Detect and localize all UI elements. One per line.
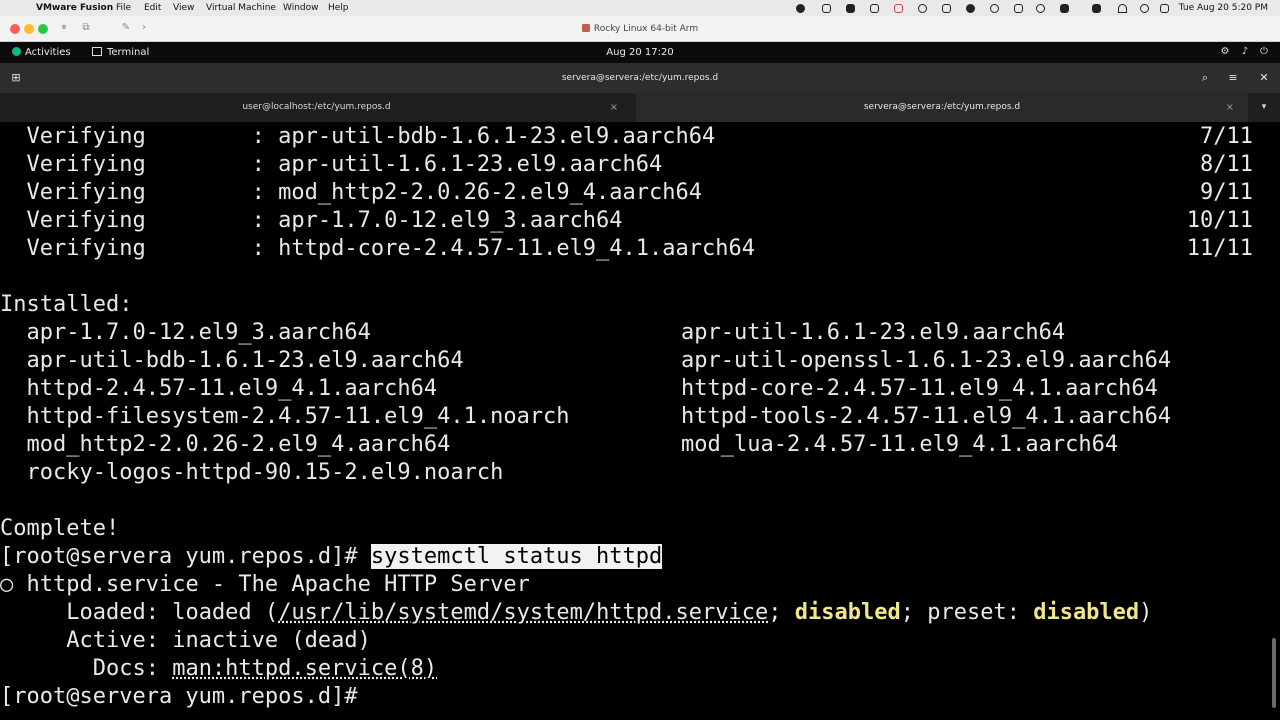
- installed-package: httpd-tools-2.4.57-11.el9_4.1.aarch64: [681, 404, 1172, 429]
- network-icon[interactable]: ⚙: [1220, 47, 1230, 57]
- vm-title-text: Rocky Linux 64-bit Arm: [593, 24, 699, 34]
- terminal-output[interactable]: Verifying : apr-util-bdb-1.6.1-23.el9.aa…: [0, 123, 1280, 720]
- verify-count: 11/11: [1186, 236, 1253, 261]
- installed-package: apr-1.7.0-12.el9_3.aarch64: [26, 320, 371, 345]
- play-icon[interactable]: [1036, 4, 1045, 13]
- shield-icon[interactable]: [846, 4, 855, 13]
- volume-icon[interactable]: ♪: [1240, 47, 1250, 57]
- vm-icon: [581, 24, 590, 32]
- complete-message: Complete!: [0, 516, 120, 541]
- vm-window-title: Rocky Linux 64-bit Arm: [0, 16, 1280, 42]
- app-menu[interactable]: VMware Fusion: [36, 0, 113, 16]
- installed-package: apr-util-openssl-1.6.1-23.el9.aarch64: [681, 348, 1172, 373]
- verify-row: Verifying : apr-1.7.0-12.el9_3.aarch64: [26, 208, 623, 233]
- verify-row: Verifying : apr-util-1.6.1-23.el9.aarch6…: [26, 152, 663, 177]
- terminal-headerbar: ⊞ servera@servera:/etc/yum.repos.d ⌕ ≡ ✕: [0, 63, 1280, 93]
- unit-file-path[interactable]: /usr/lib/systemd/system/httpd.service: [278, 600, 768, 625]
- close-tab-icon[interactable]: ×: [610, 93, 618, 122]
- close-terminal-button[interactable]: ✕: [1255, 69, 1273, 87]
- menu-edit[interactable]: Edit: [144, 0, 161, 16]
- control-center-icon[interactable]: [1160, 4, 1169, 13]
- menubar-clock[interactable]: Tue Aug 20 5:20 PM: [1179, 0, 1268, 16]
- loaded-line: Loaded: loaded (/usr/lib/systemd/system/…: [66, 600, 1153, 625]
- verify-row: Verifying : apr-util-bdb-1.6.1-23.el9.aa…: [26, 124, 716, 149]
- shell-prompt: [root@servera yum.repos.d]#: [0, 544, 358, 569]
- tab-list-chevron-icon[interactable]: ▾: [1258, 101, 1270, 113]
- gnome-top-bar: Activities Terminal Aug 20 17:20 ⚙ ♪ ⏻: [0, 42, 1280, 63]
- clipboard-icon[interactable]: [942, 4, 951, 13]
- wifi-icon[interactable]: [1118, 4, 1127, 13]
- shell-prompt-line: [root@servera yum.repos.d]#: [0, 684, 358, 709]
- mac-menubar: VMware Fusion File Edit View Virtual Mac…: [0, 0, 1280, 16]
- close-tab-icon[interactable]: ×: [1226, 93, 1234, 122]
- display-icon[interactable]: [1014, 4, 1023, 13]
- tab-user-localhost[interactable]: user@localhost:/etc/yum.repos.d ×: [0, 93, 633, 122]
- installed-package: httpd-2.4.57-11.el9_4.1.aarch64: [26, 376, 438, 401]
- verify-row: Verifying : httpd-core-2.4.57-11.el9_4.1…: [26, 236, 756, 261]
- installed-package: apr-util-1.6.1-23.el9.aarch64: [681, 320, 1066, 345]
- keyboard-a-icon[interactable]: [1060, 4, 1069, 13]
- active-line: Active: inactive (dead): [66, 628, 371, 653]
- verify-count: 7/11: [1200, 124, 1253, 149]
- terminal-scrollbar[interactable]: [1272, 638, 1276, 708]
- installed-package: httpd-filesystem-2.4.57-11.el9_4.1.noarc…: [26, 404, 570, 429]
- headphones-icon[interactable]: [918, 4, 927, 13]
- hamburger-menu-button[interactable]: ≡: [1224, 69, 1242, 87]
- installed-package: apr-util-bdb-1.6.1-23.el9.aarch64: [26, 348, 464, 373]
- tab-label: user@localhost:/etc/yum.repos.d: [242, 102, 391, 112]
- tab-label: servera@servera:/etc/yum.repos.d: [863, 102, 1021, 112]
- installed-package: mod_lua-2.4.57-11.el9_4.1.aarch64: [681, 432, 1119, 457]
- record-icon[interactable]: [796, 4, 805, 13]
- moon-icon[interactable]: [966, 4, 975, 13]
- search-icon[interactable]: [1140, 4, 1149, 13]
- vm-window-titlebar: ⏸ ⧉ ✎ › Rocky Linux 64-bit Arm: [0, 16, 1280, 42]
- menu-view[interactable]: View: [173, 0, 194, 16]
- verify-count: 8/11: [1200, 152, 1253, 177]
- selected-command[interactable]: systemctl status httpd: [370, 544, 663, 569]
- menu-virtual-machine[interactable]: Virtual Machine: [206, 0, 276, 16]
- app-tray-icon[interactable]: [894, 4, 903, 13]
- verify-row: Verifying : mod_http2-2.0.26-2.el9_4.aar…: [26, 180, 703, 205]
- battery-icon[interactable]: [1092, 4, 1101, 13]
- verify-count: 10/11: [1186, 208, 1253, 233]
- command-line: [root@servera yum.repos.d]# systemctl st…: [0, 543, 663, 571]
- docs-line: Docs: man:httpd.service(8): [92, 656, 438, 681]
- brush-icon[interactable]: [870, 4, 879, 13]
- terminal-tab-bar: ⚲ user@localhost:/etc/yum.repos.d × serv…: [0, 93, 1280, 122]
- inactive-bullet-icon: ○: [0, 572, 14, 597]
- power-icon[interactable]: ⏻: [1259, 47, 1269, 57]
- docs-link[interactable]: man:httpd.service(8): [172, 656, 437, 681]
- menu-window[interactable]: Window: [283, 0, 319, 16]
- installed-heading: Installed:: [0, 292, 133, 317]
- service-line: ○ httpd.service - The Apache HTTP Server: [0, 572, 530, 597]
- installed-package: mod_http2-2.0.26-2.el9_4.aarch64: [26, 432, 451, 457]
- verify-count: 9/11: [1200, 180, 1253, 205]
- gnome-clock[interactable]: Aug 20 17:20: [0, 42, 1280, 63]
- mute-icon[interactable]: [822, 4, 831, 13]
- installed-package: httpd-core-2.4.57-11.el9_4.1.aarch64: [681, 376, 1158, 401]
- menu-file[interactable]: File: [116, 0, 131, 16]
- glasses-icon[interactable]: [990, 4, 999, 13]
- menu-help[interactable]: Help: [328, 0, 349, 16]
- search-button[interactable]: ⌕: [1196, 69, 1214, 87]
- installed-package: rocky-logos-httpd-90.15-2.el9.noarch: [26, 460, 504, 485]
- tab-servera[interactable]: servera@servera:/etc/yum.repos.d ×: [636, 93, 1248, 122]
- terminal-window-title: servera@servera:/etc/yum.repos.d: [561, 73, 719, 83]
